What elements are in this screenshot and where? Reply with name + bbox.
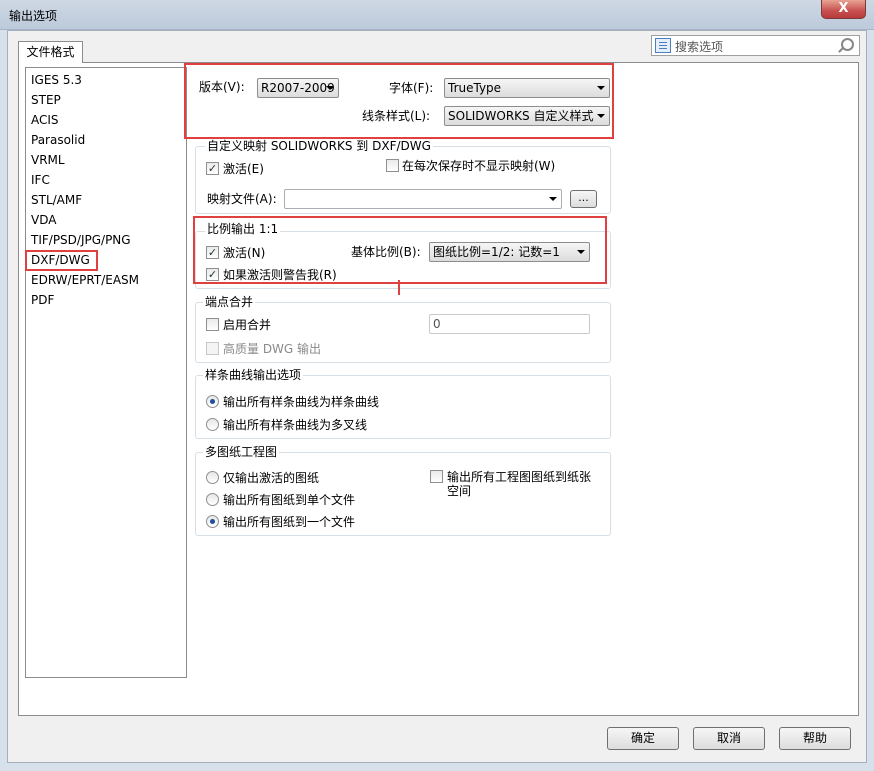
no-show-map-label: 在每次保存时不显示映射(W): [402, 159, 556, 173]
endpoint-title: 端点合并: [203, 295, 256, 309]
sheet-radio-1[interactable]: [206, 471, 219, 484]
options-list-icon: [655, 38, 671, 53]
sheet-option-1: 仅输出激活的图纸: [223, 471, 320, 485]
paper-space-checkbox[interactable]: [430, 470, 443, 483]
browse-button[interactable]: ...: [570, 190, 597, 208]
list-item[interactable]: IGES 5.3: [31, 71, 82, 89]
tab-file-format[interactable]: 文件格式: [18, 41, 83, 63]
highlight-connector: [398, 280, 400, 295]
search-box[interactable]: 搜索选项: [651, 35, 860, 56]
window-title: 输出选项: [9, 9, 58, 23]
spline-title: 样条曲线输出选项: [203, 368, 304, 382]
sheet-option-3: 输出所有图纸到一个文件: [223, 515, 356, 529]
mapfile-select[interactable]: [284, 189, 562, 209]
activate-map-checkbox[interactable]: ✓: [206, 162, 219, 175]
scale-highlight: [193, 216, 607, 284]
multisheet-title: 多图纸工程图: [203, 445, 280, 459]
title-bar: 输出选项 X: [0, 0, 874, 30]
chevron-down-icon: [549, 197, 557, 201]
search-icon[interactable]: [841, 38, 854, 51]
hq-dwg-checkbox[interactable]: [206, 342, 219, 355]
enable-merge-label: 启用合并: [223, 318, 272, 332]
list-item[interactable]: VRML: [31, 151, 65, 169]
mapfile-label: 映射文件(A):: [207, 192, 277, 206]
cancel-button[interactable]: 取消: [693, 727, 765, 750]
custom-map-title: 自定义映射 SOLIDWORKS 到 DXF/DWG: [205, 139, 433, 153]
list-item[interactable]: PDF: [31, 291, 54, 309]
hq-dwg-label: 高质量 DWG 输出: [223, 342, 322, 356]
format-list[interactable]: IGES 5.3 STEP ACIS Parasolid VRML IFC ST…: [25, 67, 187, 678]
sheet-option-2: 输出所有图纸到单个文件: [223, 493, 356, 507]
paper-space-label-2: 空间: [447, 484, 472, 498]
list-item[interactable]: STL/AMF: [31, 191, 82, 209]
list-item[interactable]: STEP: [31, 91, 61, 109]
no-show-map-checkbox[interactable]: [386, 159, 399, 172]
sheet-radio-2[interactable]: [206, 493, 219, 506]
list-item[interactable]: TIF/PSD/JPG/PNG: [31, 231, 131, 249]
merge-distance-input[interactable]: 0: [429, 314, 590, 334]
enable-merge-checkbox[interactable]: [206, 318, 219, 331]
list-item[interactable]: ACIS: [31, 111, 59, 129]
list-item[interactable]: Parasolid: [31, 131, 85, 149]
search-input[interactable]: 搜索选项: [675, 38, 723, 55]
list-item[interactable]: IFC: [31, 171, 50, 189]
list-item[interactable]: VDA: [31, 211, 56, 229]
spline-option-1: 输出所有样条曲线为样条曲线: [223, 395, 380, 409]
top-highlight: [184, 63, 614, 139]
spline-radio-2[interactable]: [206, 418, 219, 431]
sheet-radio-3[interactable]: [206, 515, 219, 528]
ok-button[interactable]: 确定: [607, 727, 679, 750]
activate-map-label: 激活(E): [223, 162, 264, 176]
selected-format-highlight: [25, 250, 98, 271]
help-button[interactable]: 帮助: [779, 727, 851, 750]
spline-radio-1[interactable]: [206, 395, 219, 408]
close-button[interactable]: X: [821, 0, 866, 19]
spline-option-2: 输出所有样条曲线为多叉线: [223, 418, 368, 432]
list-item[interactable]: EDRW/EPRT/EASM: [31, 271, 139, 289]
